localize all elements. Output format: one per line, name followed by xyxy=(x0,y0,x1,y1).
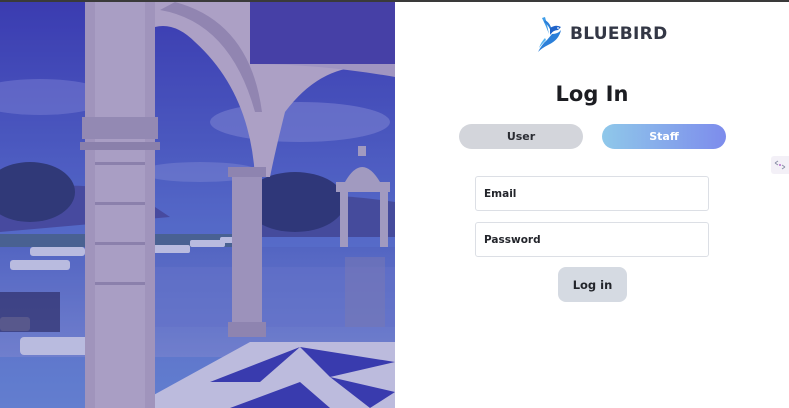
login-button[interactable]: Log in xyxy=(558,267,627,302)
login-panel: BLUEBIRD Log In User Staff Log in xyxy=(395,2,789,408)
role-user-button[interactable]: User xyxy=(459,124,583,149)
password-field-container xyxy=(475,222,709,257)
brand-name: BLUEBIRD xyxy=(570,24,668,44)
brand: BLUEBIRD xyxy=(536,14,668,54)
extension-glyph-icon xyxy=(774,160,786,170)
bluebird-logo-icon xyxy=(538,17,561,52)
page-title: Log In xyxy=(555,82,629,106)
role-staff-button[interactable]: Staff xyxy=(602,124,726,149)
password-field[interactable] xyxy=(476,223,708,256)
email-field-container xyxy=(475,176,709,211)
palace-pool-image xyxy=(0,2,395,408)
hero-image xyxy=(0,2,395,408)
extension-icon[interactable] xyxy=(771,156,789,174)
email-field[interactable] xyxy=(476,177,708,210)
